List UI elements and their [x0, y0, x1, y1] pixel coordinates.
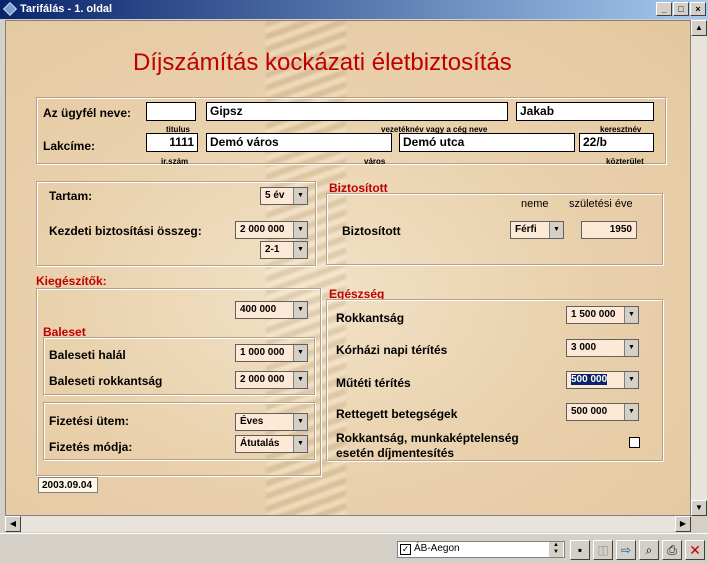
- gender-header: neme: [521, 198, 549, 210]
- payment-frequency-select[interactable]: Éves ▼: [235, 413, 308, 431]
- tartam-label: Tartam:: [49, 189, 93, 203]
- zip-field[interactable]: 1111: [146, 133, 198, 152]
- lastname-field[interactable]: Gipsz: [206, 102, 508, 121]
- scroll-down-icon[interactable]: ▼: [691, 500, 707, 516]
- surgery-value: 500 000: [571, 374, 608, 385]
- payment-frequency-value: Éves: [240, 416, 264, 427]
- form-canvas: Díjszámítás kockázati életbiztosítás Az …: [5, 20, 691, 516]
- payment-mode-value: Átutalás: [240, 438, 280, 449]
- hospital-daily-label: Kórházi napi térítés: [336, 343, 448, 357]
- maximize-button[interactable]: □: [673, 2, 689, 16]
- tartam-select[interactable]: 5 év ▼: [260, 187, 308, 205]
- chevron-down-icon: ▼: [624, 307, 638, 323]
- surgery-select[interactable]: 500 000 ▼: [566, 371, 639, 389]
- extras-top-select[interactable]: 400 000 ▼: [235, 301, 308, 319]
- date-tab[interactable]: 2003.09.04: [38, 477, 98, 493]
- client-name-label: Az ügyfél neve:: [43, 106, 132, 120]
- zip-label: ir.szám: [161, 157, 189, 166]
- street-label: közterület: [606, 157, 644, 166]
- accident-death-select[interactable]: 1 000 000 ▼: [235, 344, 308, 362]
- surgery-label: Műtéti térítés: [336, 376, 411, 390]
- close-button[interactable]: ×: [690, 2, 706, 16]
- accident-disability-select[interactable]: 2 000 000 ▼: [235, 371, 308, 389]
- firstname-field[interactable]: Jakab: [516, 102, 654, 121]
- ratio-select[interactable]: 2-1 ▼: [260, 241, 308, 259]
- titulus-field[interactable]: [146, 102, 196, 121]
- vertical-scrollbar[interactable]: ▲ ▼: [691, 20, 707, 516]
- dread-disease-value: 500 000: [571, 406, 608, 417]
- tartam-value: 5 év: [265, 190, 285, 201]
- chevron-down-icon: ▼: [293, 372, 307, 388]
- chevron-down-icon: ▼: [293, 436, 307, 452]
- payment-mode-select[interactable]: Átutalás ▼: [235, 435, 308, 453]
- sum-label: Kezdeti biztosítási összeg:: [49, 224, 202, 238]
- chevron-down-icon: ▼: [293, 242, 307, 258]
- chevron-down-icon: ▼: [624, 404, 638, 420]
- spinner-icon[interactable]: ▲ ▼: [549, 542, 563, 557]
- payment-frequency-label: Fizetési ütem:: [49, 414, 130, 428]
- chevron-down-icon: ▼: [624, 340, 638, 356]
- preview-icon[interactable]: ⌕: [639, 540, 659, 560]
- delete-page-icon[interactable]: ◫: [593, 540, 613, 560]
- save-icon[interactable]: ▪: [570, 540, 590, 560]
- company-combo[interactable]: ✓ ÁB-Aegon ▲ ▼: [397, 541, 565, 558]
- waiver-label-line1: Rokkantság, munkaképtelenség: [336, 431, 519, 445]
- chevron-down-icon: ▼: [293, 222, 307, 238]
- hospital-daily-select[interactable]: 3 000 ▼: [566, 339, 639, 357]
- company-combo-value: ÁB-Aegon: [414, 543, 460, 554]
- health-disability-label: Rokkantság: [336, 311, 405, 325]
- ratio-value: 2-1: [265, 244, 280, 255]
- chevron-down-icon: ▼: [293, 414, 307, 430]
- address-label: Lakcíme:: [43, 139, 96, 153]
- birth-year-header: születési éve: [569, 198, 633, 210]
- print-icon[interactable]: ⎙: [662, 540, 682, 560]
- extras-section-title: Kiegészítők:: [36, 274, 107, 288]
- birth-year-field[interactable]: 1950: [581, 221, 637, 239]
- hospital-daily-value: 3 000: [571, 342, 597, 353]
- waiver-checkbox[interactable]: [629, 437, 640, 448]
- house-number-field[interactable]: 22/b: [579, 133, 654, 152]
- birth-year-value: 1950: [609, 224, 632, 235]
- export-icon[interactable]: ⇨: [616, 540, 636, 560]
- close-icon[interactable]: ✕: [685, 540, 705, 560]
- city-field[interactable]: Demó város: [206, 133, 392, 152]
- window-title: Tarifálás - 1. oldal: [20, 3, 113, 15]
- scroll-left-icon[interactable]: ◀: [5, 516, 21, 532]
- accident-disability-value: 2 000 000: [240, 374, 285, 385]
- title-bar: Tarifálás - 1. oldal _ □ ×: [0, 0, 708, 19]
- chevron-down-icon: ▼: [293, 345, 307, 361]
- waiver-label-line2: esetén díjmentesítés: [336, 446, 455, 460]
- dread-disease-select[interactable]: 500 000 ▼: [566, 403, 639, 421]
- scroll-up-icon[interactable]: ▲: [691, 20, 707, 36]
- app-icon: [3, 2, 17, 16]
- gender-value: Férfi: [515, 224, 537, 235]
- health-disability-value: 1 500 000: [571, 309, 616, 320]
- check-icon[interactable]: ✓: [400, 544, 411, 555]
- dread-disease-label: Rettegett betegségek: [336, 407, 458, 421]
- gender-select[interactable]: Férfi ▼: [510, 221, 564, 239]
- chevron-down-icon: ▼: [293, 302, 307, 318]
- minimize-button[interactable]: _: [656, 2, 672, 16]
- horizontal-scrollbar[interactable]: ◀ ▶: [5, 516, 691, 532]
- health-disability-select[interactable]: 1 500 000 ▼: [566, 306, 639, 324]
- accident-disability-label: Baleseti rokkantság: [49, 374, 163, 388]
- extras-top-value: 400 000: [240, 304, 277, 315]
- sum-select[interactable]: 2 000 000 ▼: [235, 221, 308, 239]
- accident-death-label: Baleseti halál: [49, 348, 126, 362]
- chevron-down-icon: ▼: [549, 222, 563, 238]
- chevron-down-icon: ▼: [624, 372, 638, 388]
- page-title: Díjszámítás kockázati életbiztosítás: [133, 49, 512, 76]
- city-label: város: [364, 157, 386, 166]
- accident-death-value: 1 000 000: [240, 347, 285, 358]
- payment-mode-label: Fizetés módja:: [49, 440, 133, 454]
- bottom-toolbar: ✓ ÁB-Aegon ▲ ▼ ▪ ◫ ⇨ ⌕ ⎙ ✕: [0, 533, 708, 564]
- insured-row-label: Biztosított: [342, 224, 401, 238]
- scroll-right-icon[interactable]: ▶: [675, 516, 691, 532]
- street-field[interactable]: Demó utca: [399, 133, 575, 152]
- chevron-down-icon: ▼: [293, 188, 307, 204]
- sum-value: 2 000 000: [240, 224, 285, 235]
